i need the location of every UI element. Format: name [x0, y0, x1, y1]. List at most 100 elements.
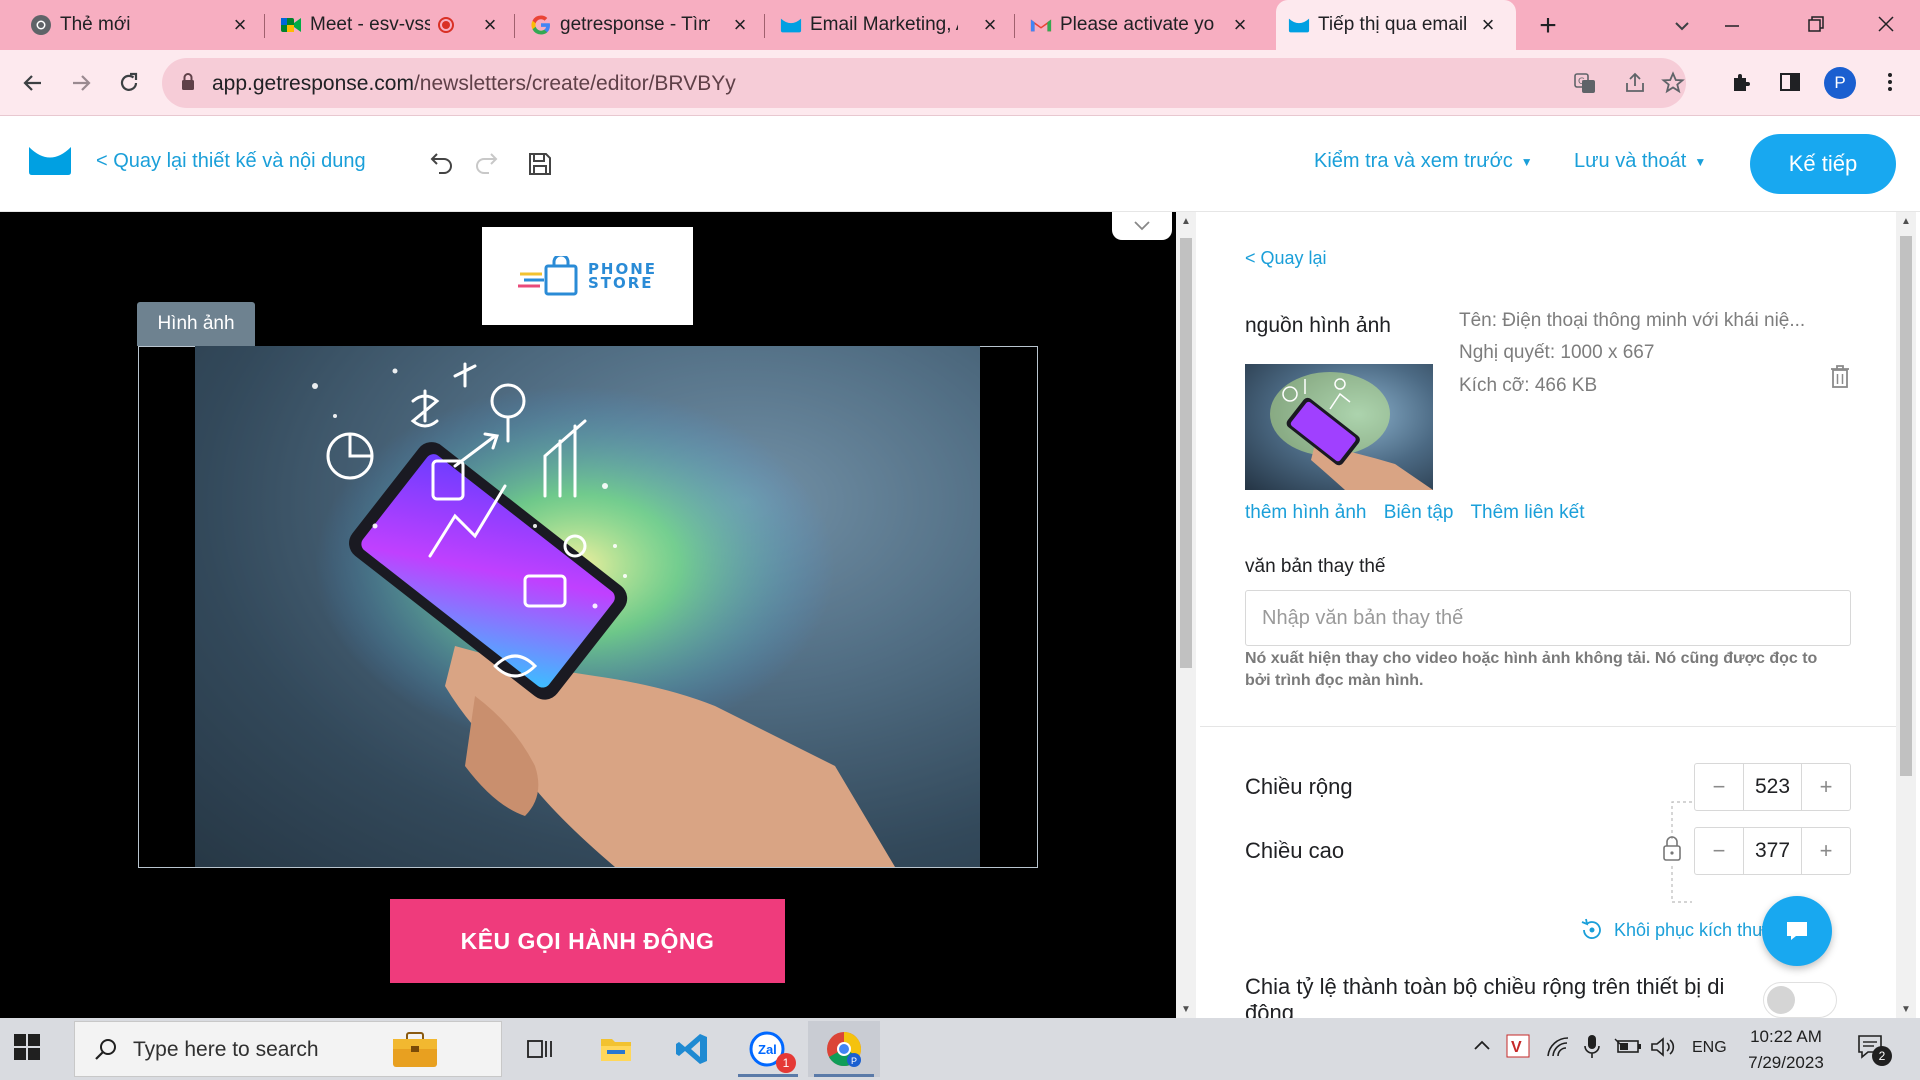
smartphone-hero-image[interactable]	[195, 346, 980, 867]
google-icon	[530, 14, 552, 36]
volume-icon[interactable]	[1650, 1036, 1676, 1063]
canvas-scrollbar-thumb[interactable]	[1180, 238, 1192, 668]
tab-gmail[interactable]: Please activate your ×	[1030, 0, 1252, 50]
extensions-puzzle-icon[interactable]	[1728, 68, 1756, 96]
canvas-scrollbar[interactable]: ▲ ▼	[1176, 212, 1196, 1018]
close-tab-icon[interactable]: ×	[1476, 12, 1500, 37]
vietkey-icon[interactable]: V	[1506, 1034, 1530, 1063]
scroll-up-arrow-icon[interactable]: ▲	[1896, 212, 1916, 230]
share-icon[interactable]	[1622, 70, 1648, 96]
svg-text:P: P	[851, 1056, 857, 1066]
battery-icon[interactable]	[1614, 1036, 1642, 1061]
close-tab-icon[interactable]: ×	[228, 12, 252, 37]
close-window-icon[interactable]	[1872, 10, 1900, 38]
getresponse-logo-icon[interactable]	[28, 146, 72, 181]
windows-start-icon[interactable]	[14, 1034, 40, 1065]
translate-icon[interactable]: G	[1572, 70, 1598, 96]
height-value[interactable]: 377	[1743, 828, 1802, 874]
tab-separator	[1014, 14, 1015, 38]
image-resolution-line: Nghị quyết: 1000 x 667	[1459, 342, 1655, 363]
save-exit-menu[interactable]: Lưu và thoát ▼	[1574, 150, 1706, 173]
tab-new-tab[interactable]: Thẻ mới ×	[30, 0, 252, 50]
lock-icon[interactable]	[180, 72, 196, 97]
tab-meet[interactable]: Meet - esv-vssh ×	[280, 0, 502, 50]
meet-icon	[280, 14, 302, 36]
panel-back-link[interactable]: < Quay lại	[1245, 248, 1327, 269]
close-tab-icon[interactable]: ×	[978, 12, 1002, 37]
next-button[interactable]: Kế tiếp	[1750, 134, 1896, 194]
scale-mobile-toggle[interactable]	[1763, 982, 1837, 1018]
new-tab-button[interactable]: +	[1534, 9, 1562, 42]
reload-icon[interactable]	[114, 68, 144, 98]
image-size-line: Kích cỡ: 466 KB	[1459, 375, 1598, 396]
microphone-icon[interactable]	[1584, 1034, 1600, 1065]
vscode-icon[interactable]	[656, 1021, 728, 1077]
preview-menu-label: Kiểm tra và xem trước	[1314, 150, 1513, 172]
profile-avatar[interactable]: P	[1824, 67, 1856, 99]
phone-store-logo[interactable]: PHONE STORE	[482, 227, 693, 325]
notification-count-badge: 2	[1872, 1046, 1892, 1066]
add-image-link[interactable]: thêm hình ảnh	[1245, 502, 1366, 523]
minimize-window-icon[interactable]	[1718, 12, 1746, 40]
call-to-action-button[interactable]: KÊU GỌI HÀNH ĐỘNG	[390, 899, 785, 983]
undo-icon[interactable]	[424, 148, 456, 180]
aspect-ratio-lock-icon[interactable]	[1652, 784, 1692, 920]
briefcase-icon	[393, 1032, 437, 1067]
height-increment-button[interactable]: +	[1802, 828, 1850, 874]
forward-arrow-icon[interactable]	[66, 68, 96, 98]
alt-text-help: Nó xuất hiện thay cho video hoặc hình ản…	[1245, 650, 1818, 689]
taskbar-search-box[interactable]: Type here to search	[74, 1021, 502, 1077]
logo-line-2: STORE	[587, 274, 654, 292]
svg-text:Zal: Zal	[758, 1042, 777, 1057]
add-link-link[interactable]: Thêm liên kết	[1470, 502, 1584, 523]
tab-active-getresponse[interactable]: Tiếp thị qua email, ×	[1276, 0, 1516, 50]
omnibox[interactable]: app.getresponse.com/newsletters/create/e…	[162, 58, 1686, 108]
alt-text-label: văn bản thay thế	[1245, 556, 1386, 577]
panel-scrollbar[interactable]: ▲ ▼	[1896, 212, 1916, 1018]
notifications-icon[interactable]: 2	[1856, 1032, 1892, 1067]
input-language[interactable]: ENG	[1692, 1039, 1727, 1057]
alt-text-input[interactable]	[1245, 590, 1851, 646]
edit-image-link[interactable]: Biên tập	[1384, 502, 1454, 523]
close-tab-icon[interactable]: ×	[478, 12, 502, 37]
chrome-taskbar-icon[interactable]: P	[808, 1021, 880, 1077]
tab-email-marketing[interactable]: Email Marketing, Automation ×	[780, 0, 1002, 50]
zalo-icon[interactable]: Zal 1	[732, 1021, 804, 1077]
height-decrement-button[interactable]: −	[1695, 828, 1743, 874]
scroll-down-arrow-icon[interactable]: ▼	[1176, 1000, 1196, 1018]
trash-icon[interactable]	[1828, 362, 1852, 390]
taskbar-clock[interactable]: 10:22 AM 7/29/2023	[1740, 1024, 1832, 1076]
bookmark-star-icon[interactable]	[1660, 70, 1686, 96]
restore-icon	[1581, 918, 1601, 939]
scroll-down-arrow-icon[interactable]: ▼	[1896, 1000, 1916, 1018]
image-block-label[interactable]: Hình ảnh	[137, 302, 255, 346]
width-decrement-button[interactable]: −	[1695, 764, 1743, 810]
save-icon[interactable]	[524, 148, 556, 180]
wifi-icon[interactable]	[1546, 1036, 1570, 1063]
close-tab-icon[interactable]: ×	[1228, 12, 1252, 37]
collapse-toolbar-button[interactable]	[1112, 212, 1172, 240]
tab-google-search[interactable]: getresponse - Tìm trên Google ×	[530, 0, 752, 50]
restore-window-icon[interactable]	[1802, 10, 1830, 38]
chat-support-button[interactable]	[1762, 896, 1832, 966]
preview-menu[interactable]: Kiểm tra và xem trước ▼	[1314, 150, 1533, 173]
back-to-design-link[interactable]: < Quay lại thiết kế và nội dung	[96, 150, 366, 173]
task-view-icon[interactable]	[504, 1021, 576, 1077]
width-value[interactable]: 523	[1743, 764, 1802, 810]
browser-menu-icon[interactable]	[1876, 68, 1904, 96]
tab-label: Meet - esv-vssh	[310, 14, 430, 35]
chat-bubble-icon	[1787, 922, 1807, 940]
image-thumbnail[interactable]	[1245, 364, 1433, 490]
width-increment-button[interactable]: +	[1802, 764, 1850, 810]
show-hidden-icons-chevron-icon[interactable]	[1472, 1038, 1492, 1057]
redo-icon[interactable]	[472, 148, 504, 180]
close-tab-icon[interactable]: ×	[728, 12, 752, 37]
panel-scrollbar-thumb[interactable]	[1900, 236, 1912, 776]
file-explorer-icon[interactable]	[580, 1021, 652, 1077]
tab-search-chevron-icon[interactable]	[1668, 12, 1696, 40]
scroll-up-arrow-icon[interactable]: ▲	[1176, 212, 1196, 230]
tab-label: getresponse - Tìm trên Google	[560, 14, 710, 35]
back-arrow-icon[interactable]	[18, 68, 48, 98]
clock-time: 10:22 AM	[1750, 1027, 1822, 1046]
side-panel-icon[interactable]	[1776, 68, 1804, 96]
